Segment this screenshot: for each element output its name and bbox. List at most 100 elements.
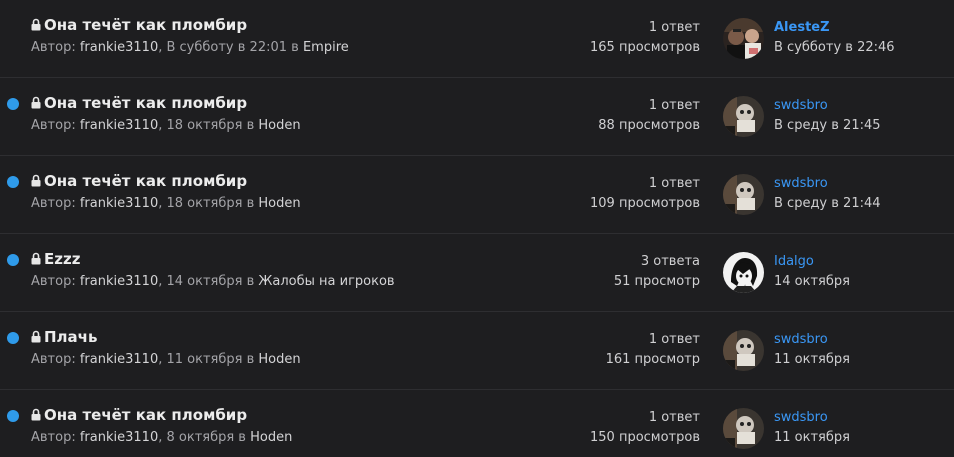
last-post: Idalgo 14 октября (774, 252, 850, 292)
thread-row[interactable]: Она течёт как пломбир Автор: frankie3110… (0, 0, 954, 78)
thread-row[interactable]: Она течёт как пломбир Автор: frankie3110… (0, 78, 954, 156)
thread-author-link[interactable]: frankie3110 (80, 196, 158, 211)
thread-stats: 1 ответ 150 просмотров (590, 408, 700, 448)
last-post: swdsbro 11 октября (774, 408, 850, 448)
thread-forum-link[interactable]: Hoden (258, 352, 300, 367)
reply-count: 1 ответ (648, 20, 700, 35)
thread-title-line[interactable]: Она течёт как пломбир (31, 94, 247, 112)
view-count: 165 просмотров (590, 40, 700, 55)
avatar[interactable] (723, 408, 764, 449)
thread-author-link[interactable]: frankie3110 (80, 118, 158, 133)
thread-meta: Автор: frankie3110, 11 октября в Hoden (31, 352, 301, 367)
avatar[interactable] (723, 174, 764, 215)
thread-title[interactable]: Она течёт как пломбир (44, 16, 247, 34)
thread-title-line[interactable]: Она течёт как пломбир (31, 16, 247, 34)
meta-date: , 18 октября в (158, 118, 259, 133)
lock-icon (31, 96, 41, 108)
thread-forum-link[interactable]: Hoden (258, 196, 300, 211)
last-post-user-link[interactable]: AlesteZ (774, 18, 895, 38)
thread-meta: Автор: frankie3110, 8 октября в Hoden (31, 430, 292, 445)
view-count: 109 просмотров (590, 196, 700, 211)
unread-indicator[interactable] (7, 176, 19, 188)
meta-prefix: Автор: (31, 196, 80, 211)
thread-forum-link[interactable]: Hoden (250, 430, 292, 445)
last-post-user-link[interactable]: Idalgo (774, 252, 850, 272)
thread-row[interactable]: Она течёт как пломбир Автор: frankie3110… (0, 390, 954, 457)
thread-row[interactable]: Она течёт как пломбир Автор: frankie3110… (0, 156, 954, 234)
last-post: swdsbro 11 октября (774, 330, 850, 370)
user-avatar-photo-icon (723, 330, 764, 371)
meta-prefix: Автор: (31, 40, 80, 55)
thread-stats: 3 ответа 51 просмотр (614, 252, 700, 292)
last-post-date[interactable]: В среду в 21:44 (774, 194, 881, 214)
last-post-user-link[interactable]: swdsbro (774, 330, 850, 350)
thread-row[interactable]: Ezzz Автор: frankie3110, 14 октября в Жа… (0, 234, 954, 312)
user-avatar-photo-icon (723, 174, 764, 215)
thread-title[interactable]: Плачь (44, 328, 97, 346)
meta-prefix: Автор: (31, 274, 80, 289)
user-avatar-drawing-icon (723, 252, 764, 293)
thread-forum-link[interactable]: Hoden (258, 118, 300, 133)
avatar[interactable] (723, 18, 764, 59)
thread-author-link[interactable]: frankie3110 (80, 274, 158, 289)
reply-count: 3 ответа (640, 254, 700, 269)
view-count: 150 просмотров (590, 430, 700, 445)
unread-indicator[interactable] (7, 332, 19, 344)
lock-icon (31, 408, 41, 420)
last-post-date[interactable]: 11 октября (774, 350, 850, 370)
unread-indicator[interactable] (7, 98, 19, 110)
meta-prefix: Автор: (31, 118, 80, 133)
reply-count: 1 ответ (648, 332, 700, 347)
thread-forum-link[interactable]: Жалобы на игроков (258, 274, 394, 289)
thread-meta: Автор: frankie3110, 14 октября в Жалобы … (31, 274, 395, 289)
avatar[interactable] (723, 330, 764, 371)
last-post-date[interactable]: В субботу в 22:46 (774, 38, 895, 58)
thread-title[interactable]: Ezzz (44, 250, 80, 268)
unread-indicator[interactable] (7, 410, 19, 422)
unread-indicator[interactable] (7, 254, 19, 266)
view-count: 88 просмотров (598, 118, 700, 133)
last-post-user-link[interactable]: swdsbro (774, 96, 881, 116)
view-count: 51 просмотр (613, 274, 700, 289)
last-post: swdsbro В среду в 21:44 (774, 174, 881, 214)
thread-stats: 1 ответ 109 просмотров (590, 174, 700, 214)
last-post-date[interactable]: 14 октября (774, 272, 850, 292)
avatar[interactable] (723, 252, 764, 293)
reply-count: 1 ответ (648, 98, 700, 113)
thread-title[interactable]: Она течёт как пломбир (44, 172, 247, 190)
reply-count: 1 ответ (648, 410, 700, 425)
last-post-user-link[interactable]: swdsbro (774, 174, 881, 194)
thread-title-line[interactable]: Плачь (31, 328, 97, 346)
thread-title-line[interactable]: Она течёт как пломбир (31, 172, 247, 190)
last-post: AlesteZ В субботу в 22:46 (774, 18, 895, 58)
thread-title-line[interactable]: Ezzz (31, 250, 80, 268)
lock-icon (31, 174, 41, 186)
avatar[interactable] (723, 96, 764, 137)
last-post-user-link[interactable]: swdsbro (774, 408, 850, 428)
user-avatar-photo-icon (723, 408, 764, 449)
meta-date: , 8 октября в (158, 430, 251, 445)
thread-author-link[interactable]: frankie3110 (80, 352, 158, 367)
meta-date: , 11 октября в (158, 352, 259, 367)
last-post-date[interactable]: В среду в 21:45 (774, 116, 881, 136)
thread-title[interactable]: Она течёт как пломбир (44, 406, 247, 424)
thread-author-link[interactable]: frankie3110 (80, 430, 158, 445)
thread-row[interactable]: Плачь Автор: frankie3110, 11 октября в H… (0, 312, 954, 390)
thread-author-link[interactable]: frankie3110 (80, 40, 158, 55)
thread-stats: 1 ответ 161 просмотр (606, 330, 700, 370)
last-post: swdsbro В среду в 21:45 (774, 96, 881, 136)
thread-title-line[interactable]: Она течёт как пломбир (31, 406, 247, 424)
last-post-date[interactable]: 11 октября (774, 428, 850, 448)
meta-date: , 18 октября в (158, 196, 259, 211)
reply-count: 1 ответ (648, 176, 700, 191)
thread-meta: Автор: frankie3110, 18 октября в Hoden (31, 118, 301, 133)
user-avatar-photo-icon (723, 18, 764, 59)
thread-title[interactable]: Она течёт как пломбир (44, 94, 247, 112)
thread-forum-link[interactable]: Empire (303, 40, 349, 55)
meta-date: , 14 октября в (158, 274, 259, 289)
view-count: 161 просмотр (605, 352, 700, 367)
meta-prefix: Автор: (31, 430, 80, 445)
lock-icon (31, 252, 41, 264)
meta-date: , В субботу в 22:01 в (158, 40, 303, 55)
user-avatar-photo-icon (723, 96, 764, 137)
